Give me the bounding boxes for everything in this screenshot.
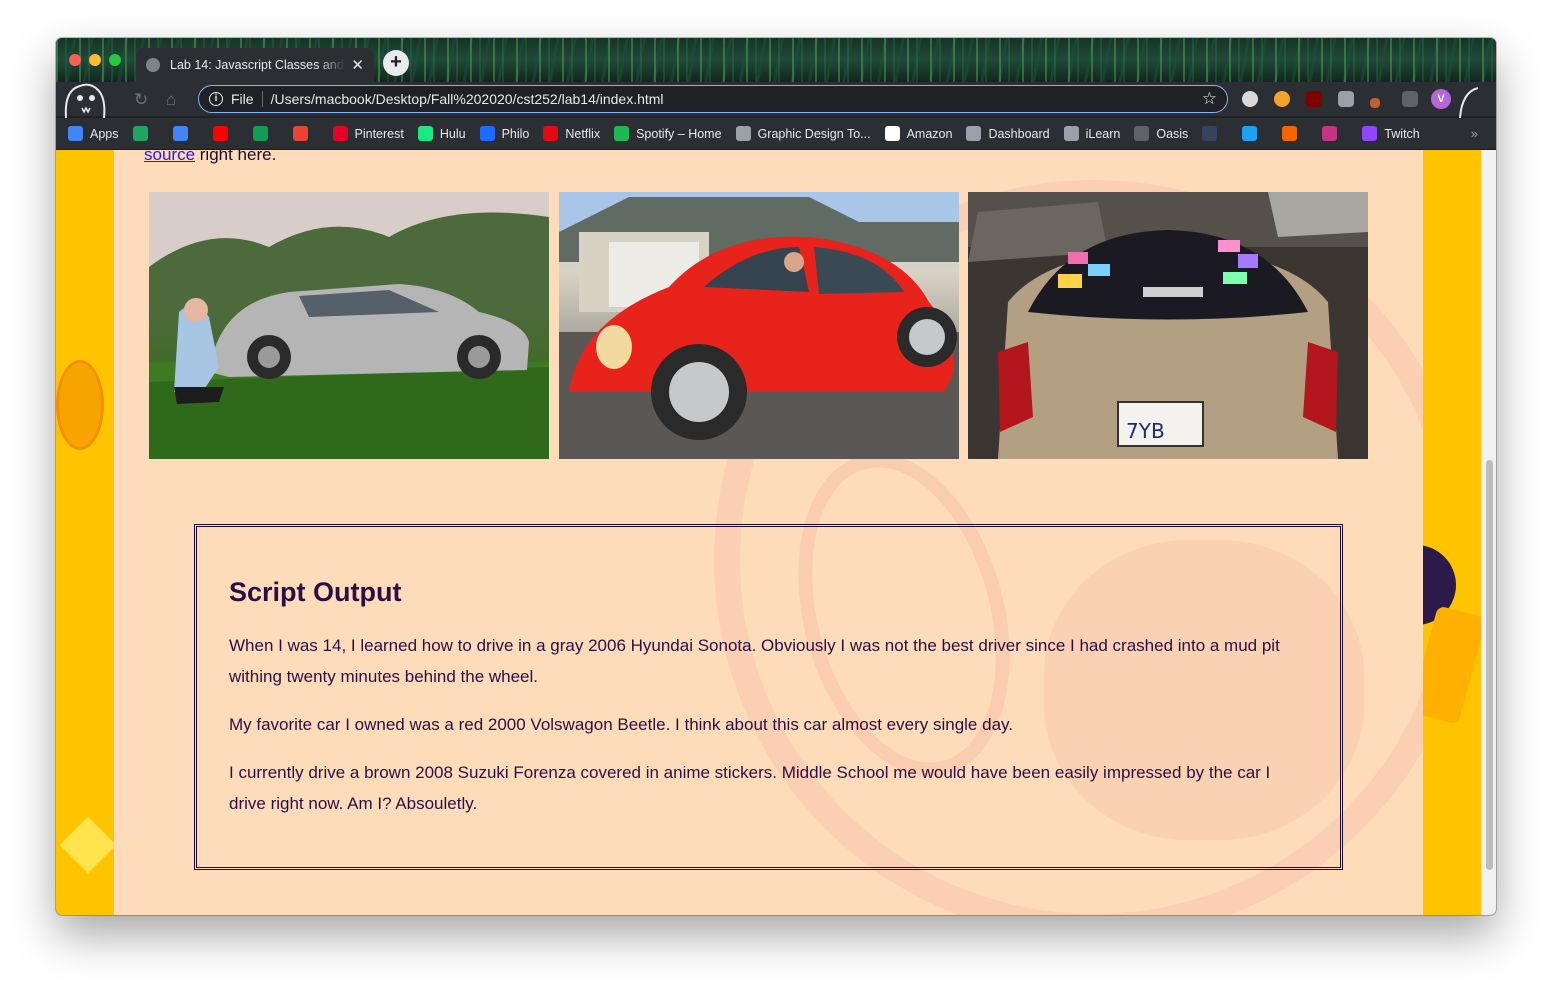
- twitter-icon: [1242, 126, 1258, 141]
- close-window-button[interactable]: [69, 54, 81, 66]
- bookmark-apps[interactable]: Apps: [68, 126, 119, 141]
- star-decoration: [59, 816, 117, 874]
- home-icon[interactable]: ⌂: [166, 90, 176, 110]
- bookmark-oasis[interactable]: Oasis: [1134, 126, 1188, 141]
- etsy-icon: [1282, 126, 1298, 141]
- close-icon[interactable]: ✕: [351, 56, 364, 74]
- script-output-heading: Script Output: [229, 577, 402, 607]
- bookmark-label: Twitch: [1384, 126, 1420, 141]
- tumblr-icon: [1202, 126, 1218, 141]
- bookmark-label: Amazon: [906, 126, 953, 141]
- bookmark-instagram[interactable]: [1322, 126, 1344, 141]
- bookmark-ilearn[interactable]: iLearn: [1063, 126, 1121, 141]
- bookmark-label: iLearn: [1085, 126, 1121, 141]
- bookmark-hulu[interactable]: Hulu: [417, 126, 466, 141]
- bookmark-gmail[interactable]: [292, 126, 315, 141]
- photo-stickered-car: 7YB: [968, 192, 1368, 459]
- bookmark-youtube[interactable]: [212, 126, 235, 141]
- output-paragraph-2: My favorite car I owned was a red 2000 V…: [229, 715, 1013, 734]
- bookmark-spotify-home[interactable]: Spotify – Home: [614, 126, 722, 141]
- bookmark-dashboard[interactable]: Dashboard: [966, 126, 1050, 141]
- source-link[interactable]: source: [144, 150, 195, 164]
- bookmark-star-icon[interactable]: ☆: [1202, 89, 1217, 109]
- extensions-puzzle-icon[interactable]: [1402, 91, 1418, 107]
- svg-text:7YB: 7YB: [1126, 419, 1165, 443]
- output-paragraph-3: I currently drive a brown 2008 Suzuki Fo…: [229, 763, 1271, 813]
- minimize-window-button[interactable]: [89, 54, 101, 66]
- bookmarks-bar: Apps Pinterest Hulu Philo Netflix Spotify – H…: [56, 118, 1496, 150]
- bookmark-google-drive[interactable]: [132, 126, 155, 141]
- bookmark-twitter[interactable]: [1242, 126, 1264, 141]
- pinterest-icon: [332, 126, 348, 141]
- philo-icon: [479, 126, 495, 141]
- globe-icon: [146, 58, 160, 72]
- google-sheets-icon: [252, 126, 268, 141]
- bookmark-twitch[interactable]: Twitch: [1362, 126, 1420, 141]
- profile-avatar[interactable]: V: [1431, 89, 1451, 109]
- ilearn-icon: [1063, 126, 1079, 141]
- bookmark-tumblr[interactable]: [1202, 126, 1224, 141]
- ublock-origin-icon[interactable]: [1306, 91, 1322, 107]
- more-bookmarks-icon[interactable]: »: [1471, 126, 1478, 141]
- bookmark-amazon[interactable]: Amazon: [884, 126, 953, 141]
- bookmark-label: Netflix: [565, 126, 601, 141]
- bookmark-label: Dashboard: [988, 126, 1050, 141]
- hulu-icon: [417, 126, 433, 141]
- bookmark-graphic-design-to[interactable]: Graphic Design To...: [735, 126, 871, 141]
- oasis-icon: [1134, 126, 1150, 141]
- youtube-icon: [212, 126, 228, 141]
- bookmark-label: Philo: [501, 126, 530, 141]
- bookmark-google-sheets[interactable]: [252, 126, 275, 141]
- bookmark-label: Hulu: [439, 126, 466, 141]
- page-viewport: source right here. 7YB Script Output Whe…: [56, 150, 1481, 915]
- spotify-icon: [614, 126, 630, 141]
- bookmark-label: Graphic Design To...: [757, 126, 871, 141]
- source-line: source right here.: [144, 150, 276, 165]
- twitch-icon: [1362, 126, 1378, 141]
- instagram-icon: [1322, 126, 1338, 141]
- google-docs-icon: [172, 126, 188, 141]
- new-tab-button[interactable]: +: [383, 50, 409, 76]
- vertical-scrollbar[interactable]: [1481, 150, 1496, 915]
- extension-honey-icon[interactable]: [1274, 91, 1290, 107]
- script-output-box: Script Output When I was 14, I learned h…: [194, 524, 1343, 870]
- reload-icon[interactable]: ↻: [134, 90, 148, 110]
- google-drive-icon: [132, 126, 148, 141]
- bookmark-philo[interactable]: Philo: [479, 126, 530, 141]
- headphones-decoration: [56, 360, 104, 450]
- extension-reader-icon[interactable]: [1338, 91, 1354, 107]
- source-line-text: right here.: [195, 150, 277, 164]
- amazon-icon: [884, 126, 900, 141]
- bookmark-label: Pinterest: [354, 126, 404, 141]
- bookmark-etsy[interactable]: [1282, 126, 1304, 141]
- scrollbar-thumb[interactable]: [1486, 460, 1493, 870]
- extension-pen-icon[interactable]: [1370, 98, 1380, 108]
- zoom-window-button[interactable]: [109, 54, 121, 66]
- browser-window: Lab 14: Javascript Classes and ✕ + ↻ ⌂ i…: [56, 38, 1496, 915]
- url-text[interactable]: /Users/macbook/Desktop/Fall%202020/cst25…: [271, 91, 1202, 107]
- netflix-icon: [543, 126, 559, 141]
- bookmark-label: Oasis: [1156, 126, 1189, 141]
- bookmark-label: Spotify – Home: [636, 126, 722, 141]
- output-paragraph-1: When I was 14, I learned how to drive in…: [229, 636, 1280, 686]
- tab-title: Lab 14: Javascript Classes and: [170, 58, 344, 72]
- bookmark-label: Apps: [90, 126, 119, 141]
- photo-gray-car: [149, 192, 549, 459]
- address-bar[interactable]: i File /Users/macbook/Desktop/Fall%20202…: [198, 85, 1228, 113]
- apps-grid-icon: [68, 126, 83, 141]
- bookmark-pinterest[interactable]: Pinterest: [332, 126, 404, 141]
- tab-strip: Lab 14: Javascript Classes and ✕ +: [56, 38, 1496, 82]
- dashboard-icon: [966, 126, 982, 141]
- tab-lab14[interactable]: Lab 14: Javascript Classes and ✕: [136, 48, 374, 82]
- page-content: source right here. 7YB Script Output Whe…: [114, 150, 1423, 915]
- extension-shell-icon[interactable]: [1242, 91, 1258, 107]
- url-scheme: File: [231, 91, 263, 107]
- gmail-icon: [292, 126, 308, 141]
- folder-icon: [735, 126, 751, 141]
- bookmark-netflix[interactable]: Netflix: [543, 126, 600, 141]
- bookmark-google-docs[interactable]: [172, 126, 195, 141]
- info-icon[interactable]: i: [209, 92, 223, 106]
- photo-red-beetle: [559, 192, 959, 459]
